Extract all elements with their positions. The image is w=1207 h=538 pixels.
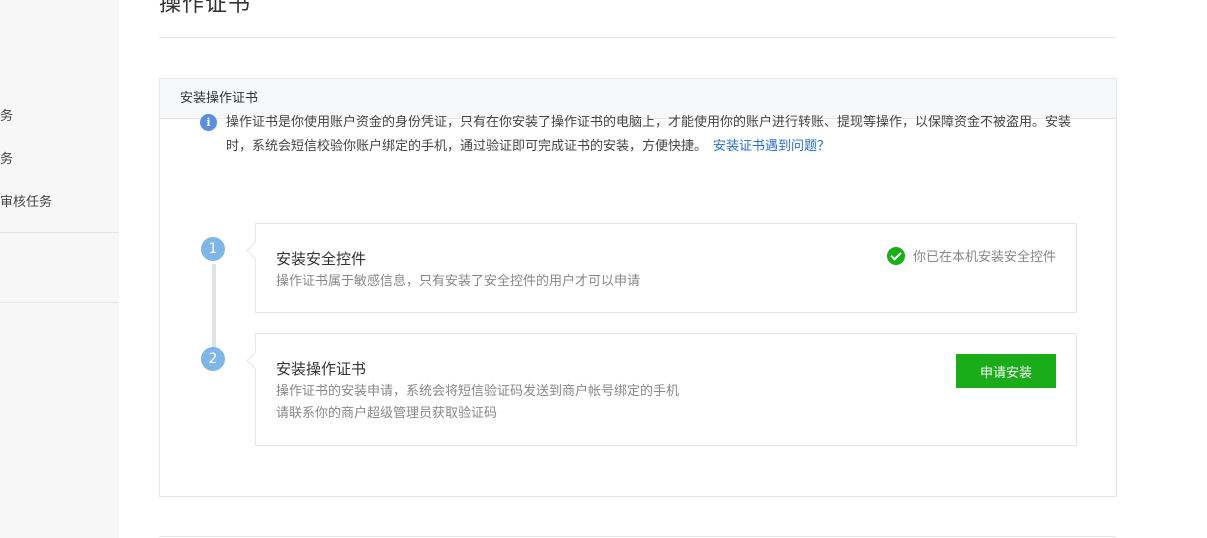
sidebar-divider (0, 232, 119, 233)
info-notice: i 操作证书是你使用账户资金的身份凭证，只有在你安装了操作证书的电脑上，才能使用… (200, 111, 1080, 159)
sidebar-divider (0, 302, 119, 303)
sidebar-item-1[interactable]: 务 (0, 105, 13, 124)
step-1-card: 安装安全控件 操作证书属于敏感信息，只有安装了安全控件的用户才可以申请 你已在本… (246, 223, 1077, 313)
info-text: 操作证书是你使用账户资金的身份凭证，只有在你安装了操作证书的电脑上，才能使用你的… (226, 115, 1072, 154)
step-1-badge: 1 (201, 237, 225, 261)
step-2-desc-line2: 请联系你的商户超级管理员获取验证码 (276, 406, 498, 421)
install-certificate-panel: 安装操作证书 i 操作证书是你使用账户资金的身份凭证，只有在你安装了操作证书的电… (159, 78, 1117, 497)
info-icon: i (200, 114, 217, 131)
step-2-desc-line1: 操作证书的安装申请，系统会将短信验证码发送到商户帐号绑定的手机 (276, 384, 680, 399)
step-pointer (246, 241, 265, 260)
sidebar-item-2[interactable]: 务 (0, 148, 13, 167)
sidebar-item-review-tasks[interactable]: 审核任务 (0, 191, 52, 210)
step-2-badge: 2 (201, 347, 225, 371)
step-2-card: 安装操作证书 操作证书的安装申请，系统会将短信验证码发送到商户帐号绑定的手机 请… (246, 333, 1077, 446)
help-link[interactable]: 安装证书遇到问题？ (713, 139, 830, 154)
page-title: 操作证书 (159, 0, 252, 17)
step-1-desc: 操作证书属于敏感信息，只有安装了安全控件的用户才可以申请 (276, 274, 641, 289)
sidebar: 务 务 审核任务 (0, 0, 119, 538)
install-status-text: 你已在本机安装安全控件 (912, 250, 1056, 265)
step-pointer (246, 351, 265, 370)
check-circle-icon (886, 246, 905, 265)
apply-install-button[interactable]: 申请安装 (956, 354, 1056, 388)
step-1-title: 安装安全控件 (276, 250, 367, 268)
install-status: 你已在本机安装安全控件 (886, 246, 1056, 265)
title-divider (159, 37, 1116, 38)
step-2-title: 安装操作证书 (276, 360, 367, 378)
bottom-divider (159, 536, 1116, 537)
step-connector (212, 264, 216, 359)
